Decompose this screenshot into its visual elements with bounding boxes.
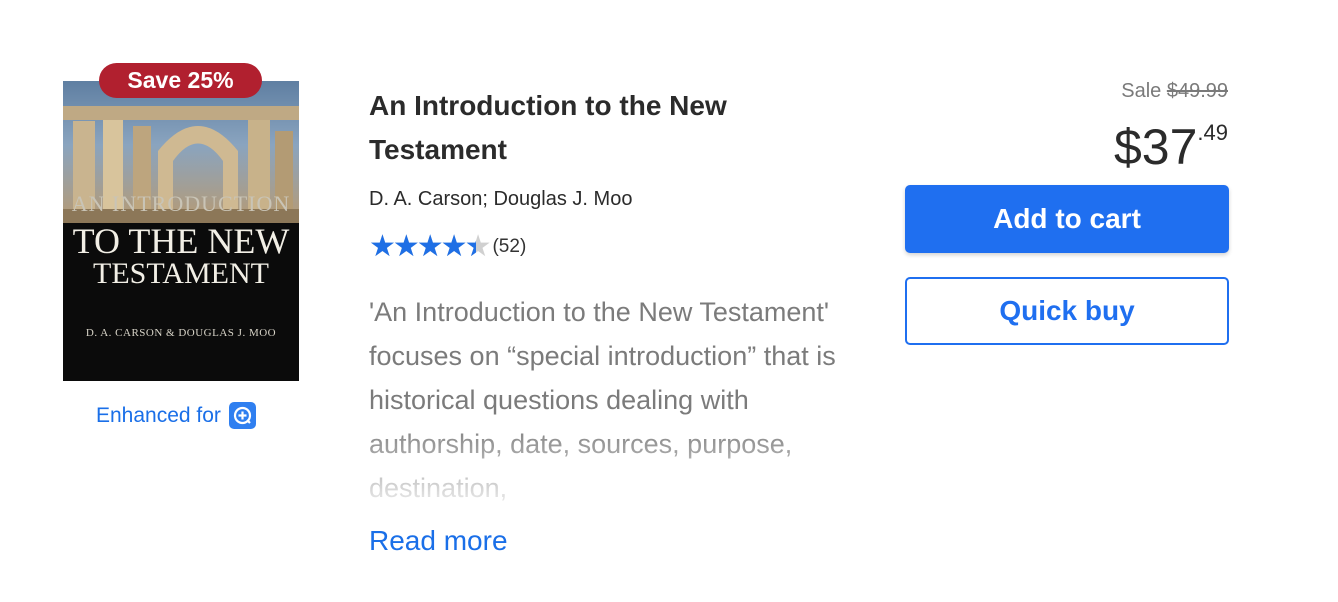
quick-buy-button[interactable]: Quick buy — [905, 277, 1229, 345]
cover-title: AN INTRODUCTION TO THE NEW TESTAMENT — [63, 191, 299, 289]
original-price: $49.99 — [1166, 80, 1228, 102]
price-main: $37 — [1113, 119, 1198, 175]
cover-title-line-3: TESTAMENT — [93, 257, 269, 290]
rating[interactable]: ★★★★★ ★★★★★ (52) — [369, 232, 526, 262]
price-cents: .49 — [1197, 120, 1228, 145]
cover-authors: D. A. CARSON & DOUGLAS J. MOO — [85, 327, 277, 339]
cover-title-line-2: TO THE NEW — [72, 221, 290, 261]
enhanced-for-label: Enhanced for — [96, 403, 221, 427]
rating-count: (52) — [492, 236, 527, 257]
book-cover-image[interactable]: AN INTRODUCTION TO THE NEW TESTAMENT D. … — [63, 81, 299, 381]
stars-filled-icon: ★★★★★ — [369, 232, 476, 262]
book-cover[interactable]: AN INTRODUCTION TO THE NEW TESTAMENT D. … — [63, 81, 299, 381]
product-description: 'An Introduction to the New Testament' f… — [369, 297, 836, 503]
product-authors[interactable]: D. A. Carson; Douglas J. Moo — [369, 188, 632, 211]
star-rating: ★★★★★ ★★★★★ — [369, 232, 491, 262]
current-price: $37.49 — [1114, 100, 1228, 180]
product-title[interactable]: An Introduction to the New Testament — [369, 84, 829, 172]
logos-icon — [228, 402, 256, 429]
sale-label: Sale — [1121, 80, 1162, 102]
enhanced-for-link[interactable]: Enhanced for — [96, 402, 256, 429]
add-to-cart-button[interactable]: Add to cart — [905, 185, 1229, 253]
read-more-link[interactable]: Read more — [369, 525, 508, 557]
cover-title-line-1: AN INTRODUCTION — [71, 191, 291, 216]
save-badge: Save 25% — [99, 63, 262, 98]
